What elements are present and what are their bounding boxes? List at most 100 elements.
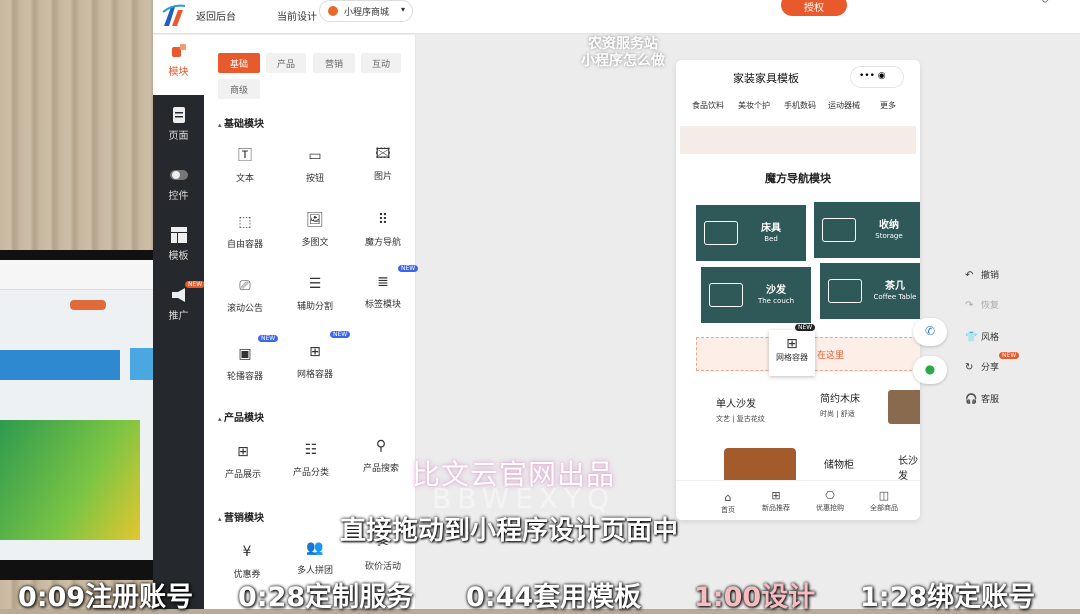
undo-button[interactable]: ↶ 撤销 xyxy=(965,268,999,281)
authorize-button[interactable]: 授权 xyxy=(781,0,847,16)
tabbar-sale[interactable]: ⎔ 优惠抢购 xyxy=(806,489,854,513)
product-item[interactable]: 储物柜 xyxy=(824,456,854,471)
category-tab[interactable]: 运动器械 xyxy=(828,100,860,111)
category-tab[interactable]: 食品饮料 xyxy=(692,100,724,111)
tabbar-new[interactable]: ⊞ 新品推荐 xyxy=(752,489,800,513)
component-carousel-container[interactable]: ▣ 轮播容器 NEW xyxy=(214,335,279,395)
monitor-green-banner xyxy=(0,420,140,540)
product-name: 单人沙发 xyxy=(716,399,756,410)
product-item[interactable]: 长沙发 xyxy=(898,452,920,482)
text-icon: 🅃 xyxy=(238,148,252,164)
section-basic: 基础模块 xyxy=(218,115,264,130)
tile-storage[interactable]: 收纳 Storage xyxy=(814,202,920,258)
magic-nav-title: 魔方导航模块 xyxy=(765,172,831,185)
new-badge: NEW xyxy=(185,281,206,288)
bag-icon: ◫ xyxy=(878,489,890,502)
phone-tabbar: ⌂ 首页 ⊞ 新品推荐 ⎔ 优惠抢购 ◫ 全部商品 xyxy=(676,480,920,520)
tabbar-label: 优惠抢购 xyxy=(816,504,844,512)
chapter-item[interactable]: 0:09注册账号 xyxy=(18,575,193,614)
component-product-category[interactable]: ☷ 产品分类 xyxy=(280,441,342,491)
tab-basic[interactable]: 基础 xyxy=(218,53,260,73)
tab-advanced[interactable]: 商级 xyxy=(218,79,260,99)
tab-product[interactable]: 产品 xyxy=(266,53,306,73)
module-icon xyxy=(171,44,186,57)
back-to-admin-link[interactable]: 返回后台 xyxy=(196,8,236,23)
chapter-item[interactable]: 0:28定制服务 xyxy=(238,575,413,614)
tab-interact[interactable]: 互动 xyxy=(361,53,401,73)
chapter-item[interactable]: 1:28绑定账号 xyxy=(860,575,1035,614)
component-tag-module[interactable]: ≣ 标签模块 NEW xyxy=(352,265,419,323)
component-product-search[interactable]: ⚲ 产品搜索 xyxy=(350,437,412,487)
component-divider[interactable]: ☰ 辅助分割 xyxy=(284,275,346,325)
phone-call-icon[interactable]: ✆ xyxy=(913,318,947,346)
style-button[interactable]: 👕 风格 xyxy=(965,330,999,343)
tile-subtitle: Coffee Table xyxy=(873,293,917,301)
component-label: 砍价活动 xyxy=(364,562,401,572)
nav-label: 推广 xyxy=(168,311,189,322)
monitor-button xyxy=(70,300,106,310)
component-scroll-notice[interactable]: ⎚ 滚动公告 xyxy=(214,277,276,327)
table-icon xyxy=(828,279,862,303)
component-magic-nav[interactable]: ⠿ 魔方导航 xyxy=(352,211,414,261)
category-icon: ☷ xyxy=(304,442,318,458)
app-logo-icon xyxy=(162,4,186,26)
divider-icon: ☰ xyxy=(308,276,322,292)
product-item[interactable]: 简约木床 时尚 | 舒适 xyxy=(820,390,860,419)
chapter-item[interactable]: 0:44套用模板 xyxy=(466,575,641,614)
nav-item-template[interactable]: 模板 xyxy=(153,219,204,279)
monitor-banner xyxy=(0,350,120,380)
component-free-container[interactable]: ⬚ 自由容器 xyxy=(214,213,276,263)
tool-label: 客服 xyxy=(981,395,1000,405)
search-grid-icon: ⚲ xyxy=(375,438,387,454)
design-type-select[interactable]: 小程序商城 ▾ xyxy=(319,0,413,22)
redo-button[interactable]: ↷ 恢复 xyxy=(965,298,999,311)
redo-icon: ↷ xyxy=(965,300,974,311)
category-tab[interactable]: 手机数码 xyxy=(784,100,816,111)
headset-icon: 🎧 xyxy=(965,394,978,405)
product-item[interactable]: 单人沙发 文艺 | 复古花纹 xyxy=(716,395,765,424)
phone-title: 家装家具模板 xyxy=(733,72,799,85)
chevron-down-icon: ▾ xyxy=(400,5,405,14)
nav-item-promote[interactable]: 推广 NEW xyxy=(153,279,206,339)
component-label: 产品搜索 xyxy=(362,464,399,474)
watermark-line-2: 小程序怎么做 xyxy=(581,53,665,69)
service-button[interactable]: 🎧 客服 xyxy=(965,392,999,405)
product-name: 长沙发 xyxy=(898,456,918,482)
component-grid-container[interactable]: ⊞ 网格容器 NEW xyxy=(284,331,351,393)
component-product-display[interactable]: ⊞ 产品展示 xyxy=(212,443,274,493)
current-design-label: 当前设计 xyxy=(277,12,317,23)
wechat-icon[interactable]: ● xyxy=(913,356,947,384)
tile-coffee-table[interactable]: 茶几 Coffee Table xyxy=(820,263,920,319)
component-multi-image-text[interactable]: 🖼 多图文 xyxy=(284,211,346,261)
share-button[interactable]: ↻ 分享 NEW xyxy=(965,352,1020,373)
component-image[interactable]: 🖾 图片 xyxy=(352,145,414,195)
monitor-topbar xyxy=(0,260,162,290)
tool-label: 风格 xyxy=(981,333,1000,343)
tabbar-home[interactable]: ⌂ 首页 xyxy=(704,491,752,515)
drag-label: 网格容器 xyxy=(776,353,808,362)
grid-icon: ⊞ xyxy=(771,489,781,502)
help-icon[interactable]: ⟳ xyxy=(1042,0,1072,6)
phone-capsule-menu[interactable]: ••• ◉ xyxy=(850,66,904,88)
template-icon xyxy=(170,227,187,243)
nav-label: 模块 xyxy=(168,67,189,78)
tab-marketing[interactable]: 营销 xyxy=(313,53,355,73)
category-tab[interactable]: 更多 xyxy=(880,100,896,111)
megaphone-icon xyxy=(171,288,185,302)
component-label: 魔方导航 xyxy=(364,238,401,248)
cabinet-icon xyxy=(822,218,856,242)
category-tab[interactable]: 美妆个护 xyxy=(738,100,770,111)
product-name: 储物柜 xyxy=(824,460,854,471)
new-badge: NEW xyxy=(330,331,351,338)
nav-label: 页面 xyxy=(168,131,189,142)
tile-sofa[interactable]: 沙发 The couch xyxy=(701,267,811,323)
nav-item-module[interactable]: 模块 xyxy=(153,35,204,95)
tabbar-all[interactable]: ◫ 全部商品 xyxy=(860,489,908,513)
component-button[interactable]: ▭ 按钮 xyxy=(284,147,346,197)
nav-item-control[interactable]: 控件 xyxy=(153,159,204,219)
nav-item-page[interactable]: 页面 xyxy=(153,99,204,159)
tile-bed[interactable]: 床具 Bed xyxy=(696,205,806,261)
dragged-grid-container[interactable]: ⊞ 网格容器 NEW xyxy=(769,324,816,376)
chapter-item-active[interactable]: 1:00设计 xyxy=(694,575,815,614)
component-text[interactable]: 🅃 文本 xyxy=(214,147,276,197)
